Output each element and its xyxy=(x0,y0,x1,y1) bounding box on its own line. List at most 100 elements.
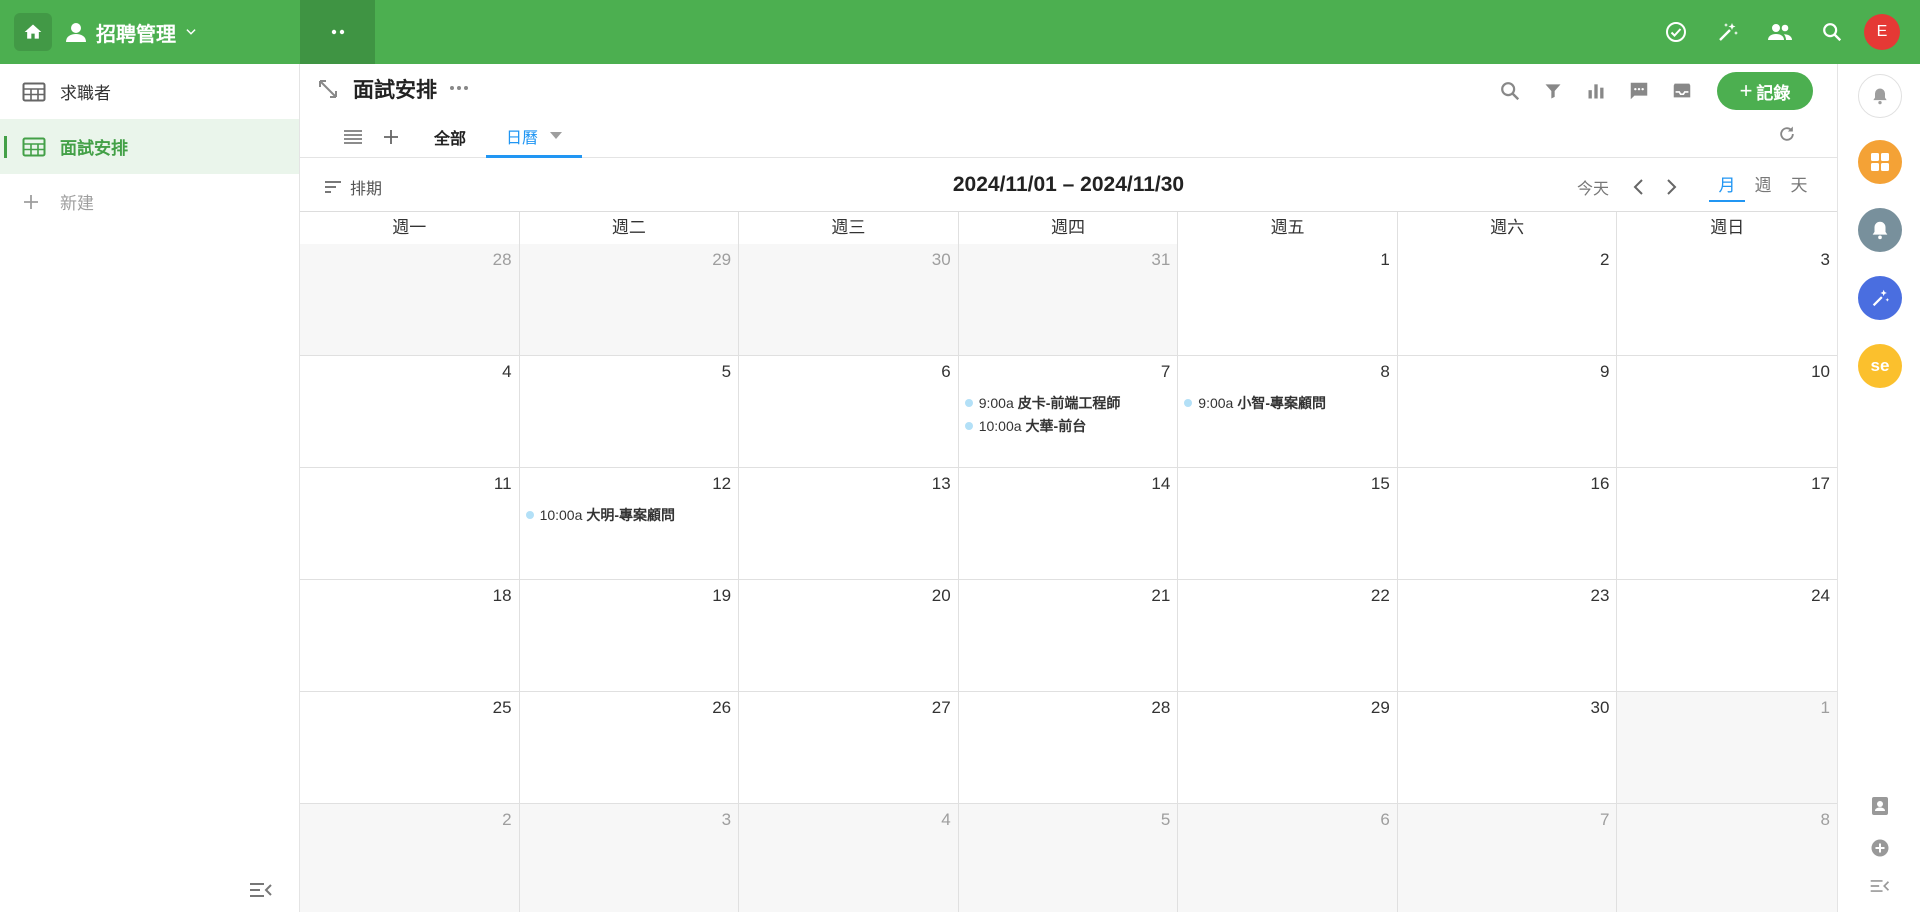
day-cell[interactable]: 9 xyxy=(1397,356,1618,468)
day-cell[interactable]: 26 xyxy=(519,692,740,804)
day-number: 22 xyxy=(1370,586,1390,605)
filter-button[interactable] xyxy=(1531,72,1574,110)
sidebar-toggle-button[interactable] xyxy=(300,0,375,64)
view-list-button[interactable] xyxy=(338,116,368,158)
schedule-sort-button[interactable]: 排期 xyxy=(324,175,382,199)
contacts-button[interactable] xyxy=(1868,794,1892,818)
day-cell[interactable]: 15 xyxy=(1178,468,1398,580)
more-options-button[interactable] xyxy=(448,80,470,96)
calendar-event[interactable]: 9:00a 小智-專案顧問 xyxy=(1184,391,1393,414)
members-button[interactable] xyxy=(1754,0,1806,64)
day-cell[interactable]: 18 xyxy=(300,580,520,692)
day-cell[interactable]: 5 xyxy=(958,804,1179,912)
day-cell[interactable]: 13 xyxy=(739,468,959,580)
event-title: 皮卡-前端工程師 xyxy=(1017,394,1121,411)
magic-button[interactable] xyxy=(1702,0,1754,64)
day-cell[interactable]: 23 xyxy=(1397,580,1618,692)
inbox-button[interactable] xyxy=(1660,72,1703,110)
day-cell[interactable]: 29 xyxy=(519,244,740,356)
home-button[interactable] xyxy=(14,13,52,51)
day-cell[interactable]: 17 xyxy=(1617,468,1837,580)
next-button[interactable] xyxy=(1655,169,1687,205)
add-view-button[interactable] xyxy=(376,116,406,158)
day-cell[interactable]: 21 xyxy=(958,580,1179,692)
day-number: 1 xyxy=(1380,250,1390,269)
day-cell[interactable]: 29 xyxy=(1178,692,1398,804)
prev-button[interactable] xyxy=(1623,169,1655,205)
mode-week[interactable]: 週 xyxy=(1745,172,1781,202)
add-comment-button[interactable] xyxy=(1868,836,1892,860)
calendar-event[interactable]: 10:00a 大華-前台 xyxy=(964,414,1174,437)
collapse-rail-button[interactable] xyxy=(1868,874,1892,898)
day-cell[interactable]: 1 xyxy=(1178,244,1398,356)
day-cell[interactable]: 31 xyxy=(958,244,1179,356)
comments-button[interactable] xyxy=(1617,72,1660,110)
tab-calendar[interactable]: 日曆 xyxy=(486,116,583,158)
weekday-label: 週一 xyxy=(300,212,520,244)
tasks-button[interactable] xyxy=(1650,0,1702,64)
day-cell[interactable]: 3 xyxy=(519,804,740,912)
day-number: 29 xyxy=(1370,698,1390,717)
notifications-button[interactable] xyxy=(1858,74,1902,118)
day-cell[interactable]: 28 xyxy=(300,244,520,356)
day-cell[interactable]: 2 xyxy=(1397,244,1618,356)
day-cell[interactable]: 14 xyxy=(958,468,1179,580)
day-cell[interactable]: 12 10:00a 大明-專案顧問 xyxy=(519,468,740,580)
refresh-button[interactable] xyxy=(1777,124,1801,148)
day-cell[interactable]: 24 xyxy=(1617,580,1837,692)
day-cell[interactable]: 6 xyxy=(1178,804,1398,912)
day-cell[interactable]: 6 xyxy=(739,356,959,468)
day-cell[interactable]: 7 9:00a 皮卡-前端工程師 10:00a 大華-前台 xyxy=(958,356,1179,468)
today-button[interactable]: 今天 xyxy=(1563,175,1623,199)
sidebar-item-label: 面試安排 xyxy=(60,139,128,158)
search-records-button[interactable] xyxy=(1488,72,1531,110)
day-cell[interactable]: 8 9:00a 小智-專案顧問 xyxy=(1178,356,1398,468)
day-cell[interactable]: 11 xyxy=(300,468,520,580)
add-record-button[interactable]: + 記錄 xyxy=(1717,72,1813,110)
day-cell[interactable]: 5 xyxy=(519,356,740,468)
day-cell[interactable]: 30 xyxy=(1397,692,1618,804)
day-cell[interactable]: 19 xyxy=(519,580,740,692)
day-cell[interactable]: 20 xyxy=(739,580,959,692)
reminders-button[interactable] xyxy=(1858,208,1902,252)
weekday-label: 週三 xyxy=(739,212,959,244)
day-cell[interactable]: 3 xyxy=(1617,244,1837,356)
day-cell[interactable]: 28 xyxy=(958,692,1179,804)
event-title: 小智-專案顧問 xyxy=(1237,394,1326,411)
top-bar: 招聘管理 E xyxy=(0,0,1920,64)
day-cell[interactable]: 10 xyxy=(1617,356,1837,468)
comment-icon xyxy=(1630,82,1647,100)
tab-all[interactable]: 全部 xyxy=(414,116,486,158)
apps-button[interactable] xyxy=(1858,140,1902,184)
day-cell[interactable]: 7 xyxy=(1397,804,1618,912)
day-cell[interactable]: 25 xyxy=(300,692,520,804)
plugin-se-button[interactable]: se xyxy=(1858,344,1902,388)
expand-button[interactable] xyxy=(317,78,339,100)
chart-button[interactable] xyxy=(1574,72,1617,110)
day-cell[interactable]: 4 xyxy=(739,804,959,912)
sidebar-item-interviews[interactable]: 面試安排 xyxy=(0,119,299,174)
day-cell[interactable]: 4 xyxy=(300,356,520,468)
user-avatar[interactable]: E xyxy=(1864,14,1900,50)
day-cell[interactable]: 1 xyxy=(1617,692,1837,804)
day-cell[interactable]: 27 xyxy=(739,692,959,804)
mode-month[interactable]: 月 xyxy=(1709,172,1745,202)
sidebar-item-candidates[interactable]: 求職者 xyxy=(0,64,299,119)
event-title: 大明-專案顧問 xyxy=(586,506,676,523)
plus-icon: + xyxy=(1739,78,1753,103)
collapse-sidebar-button[interactable] xyxy=(248,880,274,900)
day-cell[interactable]: 30 xyxy=(739,244,959,356)
calendar-event[interactable]: 9:00a 皮卡-前端工程師 xyxy=(964,391,1174,414)
mode-day[interactable]: 天 xyxy=(1781,172,1817,202)
day-cell[interactable]: 22 xyxy=(1178,580,1398,692)
day-number: 18 xyxy=(492,586,512,605)
day-cell[interactable]: 2 xyxy=(300,804,520,912)
calendar-event[interactable]: 10:00a 大明-專案顧問 xyxy=(525,503,735,526)
global-search-button[interactable] xyxy=(1806,0,1858,64)
day-cell[interactable]: 8 xyxy=(1617,804,1837,912)
automation-button[interactable] xyxy=(1858,276,1902,320)
app-switcher[interactable]: 招聘管理 xyxy=(64,16,198,48)
day-cell[interactable]: 16 xyxy=(1397,468,1618,580)
caret-down-icon[interactable] xyxy=(550,132,563,139)
sidebar-new-button[interactable]: 新建 xyxy=(0,174,299,229)
